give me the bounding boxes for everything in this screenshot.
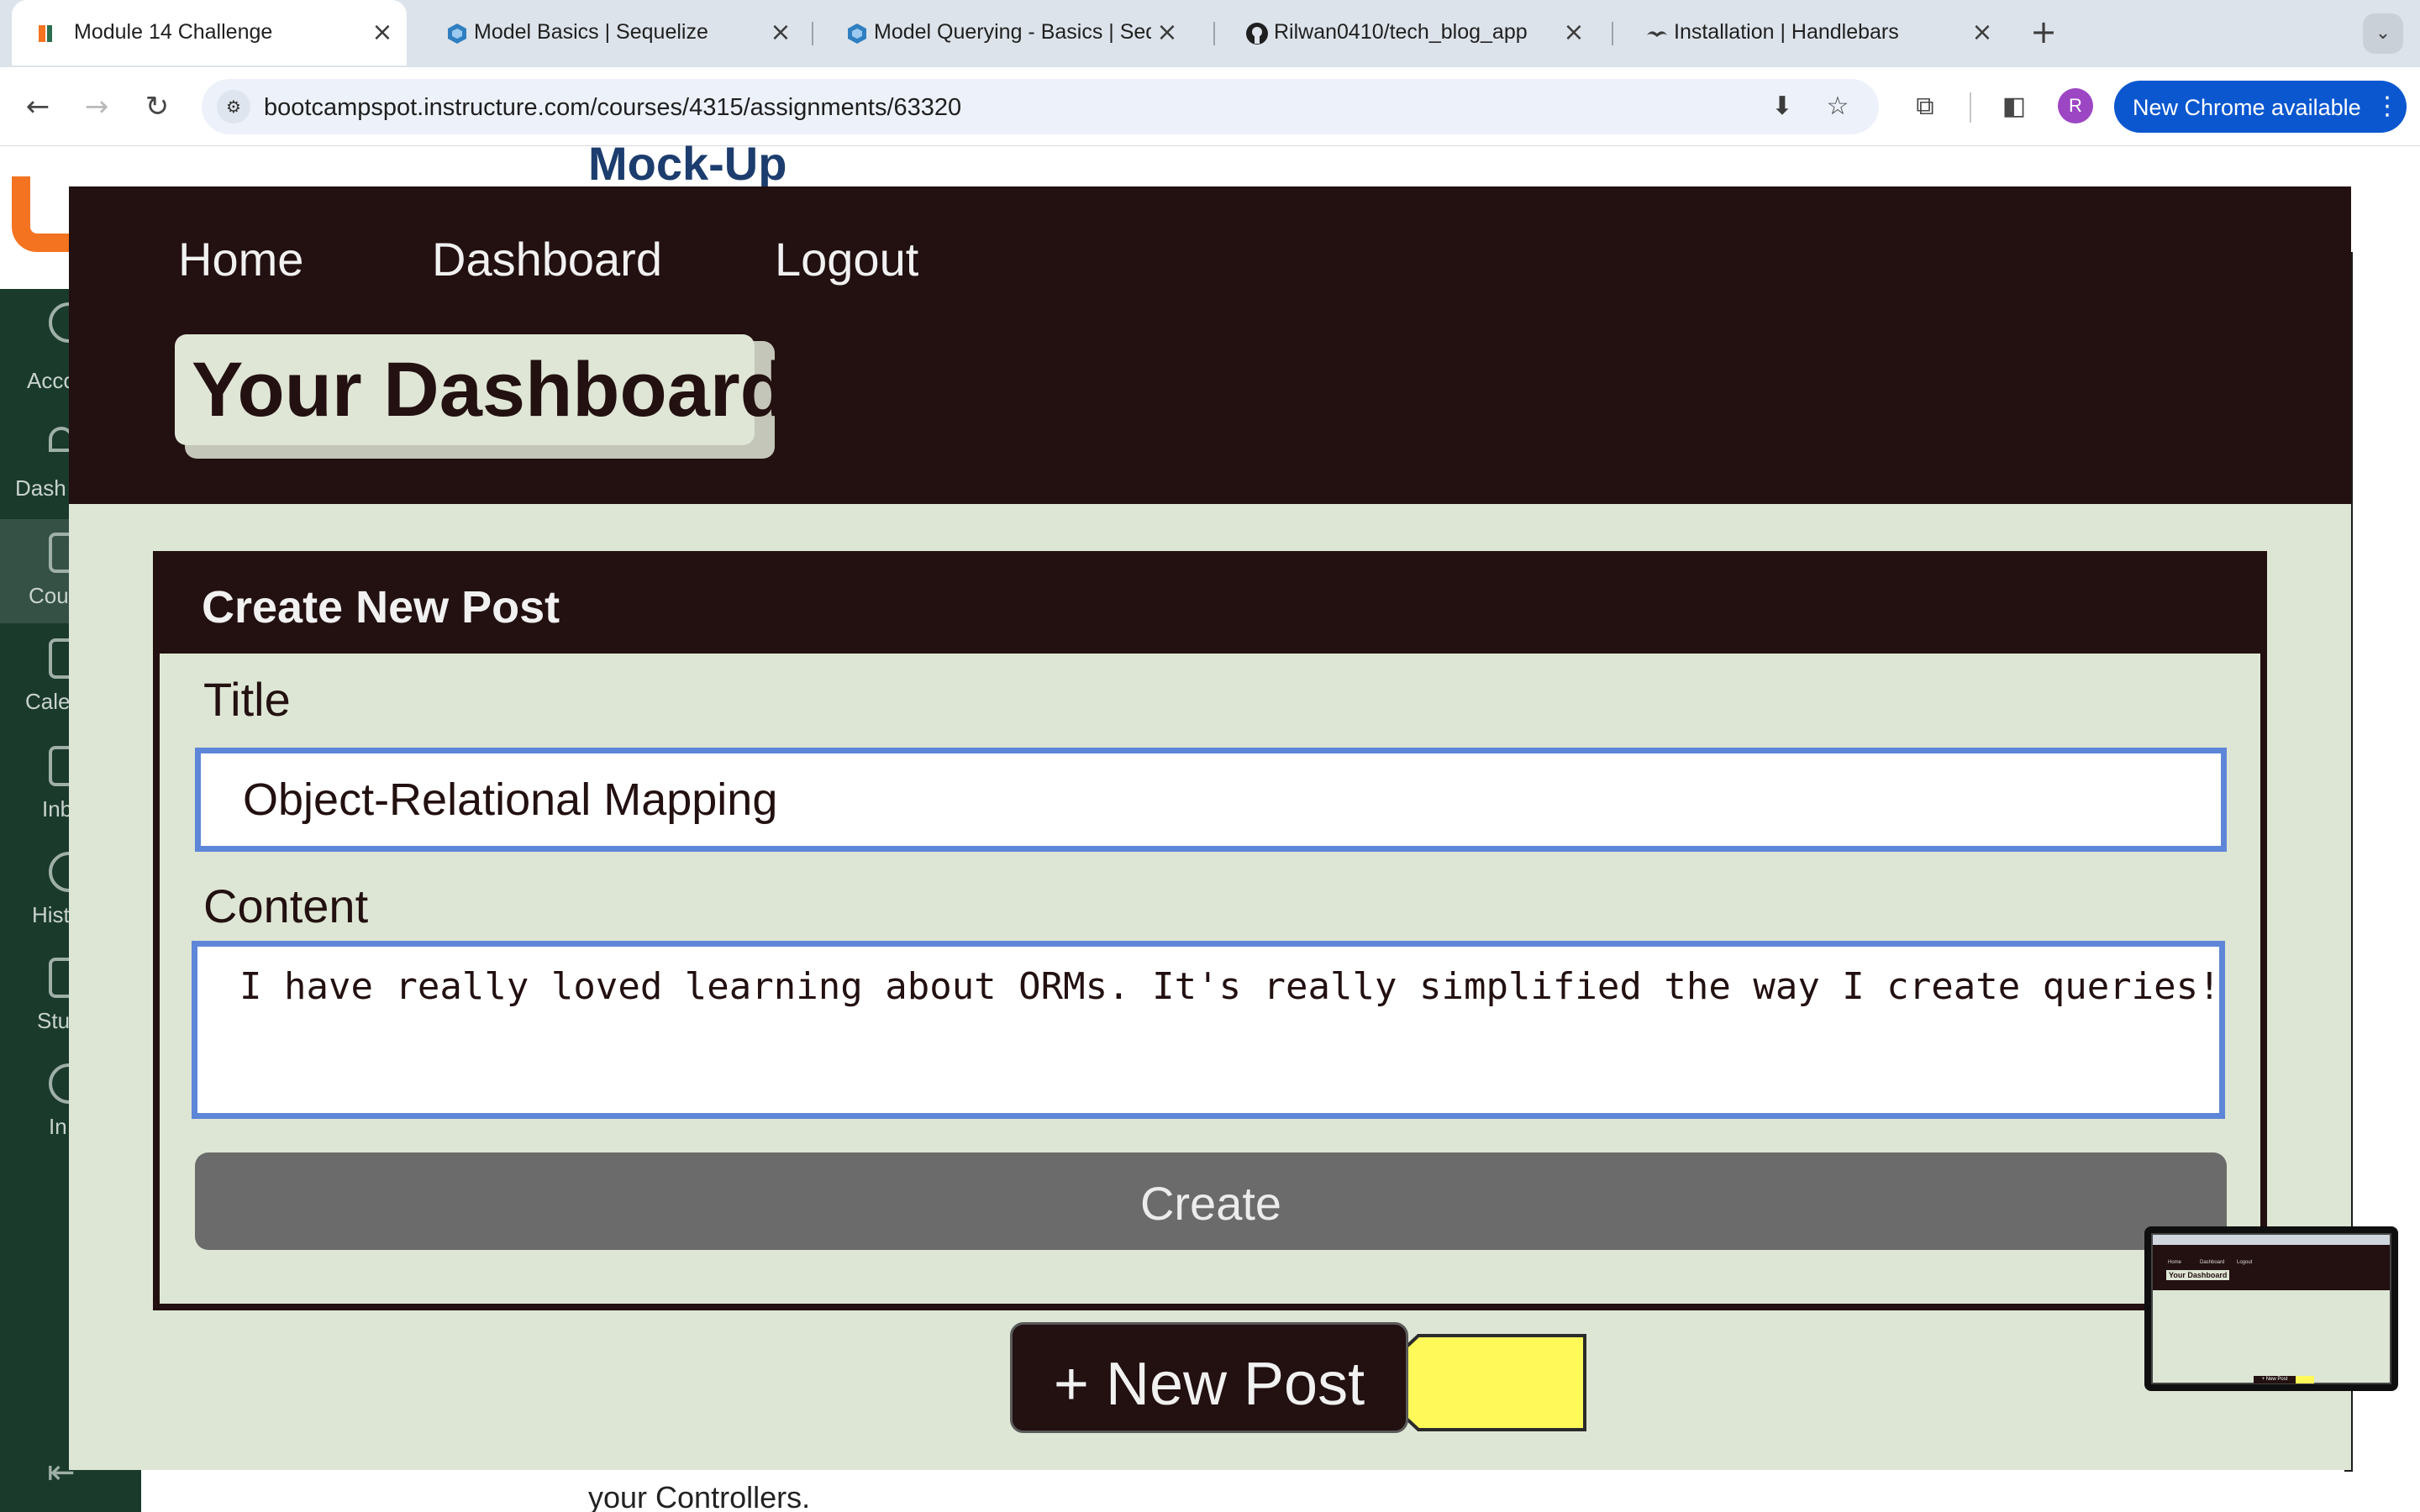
create-post-card: Create New Post Title Object-Relational … xyxy=(153,551,2267,1310)
kebab-menu-icon[interactable]: ⋮ xyxy=(2375,91,2400,123)
new-post-button: + New Post xyxy=(1010,1322,1408,1433)
thumbnail-title: Your Dashboard xyxy=(2166,1270,2230,1280)
thumbnail-nav-home: Home xyxy=(2168,1260,2182,1265)
address-bar[interactable]: ⚙ bootcampspot.instructure.com/courses/4… xyxy=(202,79,1879,134)
tab-title: Module 14 Challenge xyxy=(74,20,273,44)
close-tab-icon[interactable]: × xyxy=(1968,18,1996,47)
close-tab-icon[interactable]: × xyxy=(766,18,795,47)
card-title: Create New Post xyxy=(202,582,560,633)
install-app-icon[interactable]: ⬇ xyxy=(1765,89,1800,124)
thumbnail-browser-bar xyxy=(2153,1235,2390,1245)
content-field: I have really loved learning about ORMs.… xyxy=(192,941,2225,1119)
handlebars-favicon-icon xyxy=(1647,31,1667,37)
university-logo[interactable] xyxy=(12,176,71,252)
new-tab-button[interactable]: + xyxy=(2027,15,2060,49)
update-label: New Chrome available xyxy=(2133,95,2361,120)
thumbnail-header xyxy=(2153,1245,2390,1290)
nav-dashboard-link: Dashboard xyxy=(432,233,662,286)
tab-model-basics[interactable]: Model Basics | Sequelize × xyxy=(420,0,798,66)
side-panel-icon[interactable]: ◧ xyxy=(1995,87,2033,126)
thumbnail-nav-logout: Logout xyxy=(2237,1260,2253,1265)
tab-github-repo[interactable]: Rilwan0410/tech_blog_app × xyxy=(1220,0,1598,66)
tab-search-button[interactable]: ⌄ xyxy=(2363,13,2403,54)
nav-label-dashboard[interactable]: Dash xyxy=(15,475,66,501)
extensions-icon[interactable]: ⧉ xyxy=(1906,87,1944,126)
nav-label-history[interactable]: Hist xyxy=(32,902,70,928)
nav-home-link: Home xyxy=(178,233,304,286)
card-header: Create New Post xyxy=(160,558,2260,654)
thumbnail-new-post: + New Post xyxy=(2254,1376,2296,1383)
github-favicon-icon xyxy=(1246,23,1268,45)
thumbnail-arrow xyxy=(2296,1376,2314,1383)
tab-separator xyxy=(812,22,813,45)
bookmark-star-icon[interactable]: ☆ xyxy=(1820,89,1855,124)
close-tab-icon[interactable]: × xyxy=(368,18,397,47)
nav-logout-link: Logout xyxy=(775,233,919,286)
nav-label-inbox[interactable]: Inb xyxy=(42,796,72,822)
create-button-label: Create xyxy=(1139,1177,1282,1230)
toolbar-separator xyxy=(1970,92,1971,123)
title-label: Title xyxy=(203,673,291,726)
screenshot-thumbnail[interactable]: Home Dashboard Logout Your Dashboard + N… xyxy=(2144,1226,2398,1391)
tab-strip: Module 14 Challenge × Model Basics | Seq… xyxy=(0,0,2420,67)
site-info-icon[interactable]: ⚙ xyxy=(217,90,250,123)
tab-title: Rilwan0410/tech_blog_app xyxy=(1274,20,1528,44)
new-chrome-available-button[interactable]: New Chrome available ⋮ xyxy=(2114,81,2407,133)
content-label: Content xyxy=(203,879,369,932)
tab-title: Installation | Handlebars xyxy=(1674,20,1899,44)
canvas-favicon-icon xyxy=(39,25,52,42)
title-field: Object-Relational Mapping xyxy=(195,748,2227,852)
sequelize-favicon-icon xyxy=(848,24,866,44)
tab-separator xyxy=(1612,22,1613,45)
assignment-body-text: your Controllers. xyxy=(588,1480,811,1512)
tab-model-querying[interactable]: Model Querying - Basics | Seq × xyxy=(820,0,1198,66)
url-text[interactable]: bootcampspot.instructure.com/courses/431… xyxy=(264,94,961,122)
browser-toolbar: ← → ↻ ⚙ bootcampspot.instructure.com/cou… xyxy=(0,67,2420,146)
tab-title: Model Basics | Sequelize xyxy=(474,20,708,44)
page-title: Your Dashboard xyxy=(175,334,787,445)
sequelize-favicon-icon xyxy=(448,24,466,44)
tab-title: Model Querying - Basics | Seq xyxy=(874,20,1151,44)
thumbnail-nav-dashboard: Dashboard xyxy=(2200,1260,2225,1265)
back-button[interactable]: ← xyxy=(17,86,59,128)
reload-button[interactable]: ↻ xyxy=(136,86,178,128)
nav-label-calendar[interactable]: Cale xyxy=(25,689,70,715)
new-post-label: + New Post xyxy=(1053,1351,1365,1418)
close-tab-icon[interactable]: × xyxy=(1153,18,1181,47)
thumbnail-content: Home Dashboard Logout Your Dashboard + N… xyxy=(2151,1233,2391,1384)
tab-separator xyxy=(1213,22,1215,45)
tab-handlebars[interactable]: Installation | Handlebars × xyxy=(1620,0,1998,66)
assignment-section-heading: Mock-Up xyxy=(588,137,787,190)
profile-avatar[interactable]: R xyxy=(2058,88,2093,123)
nav-label-help[interactable]: In xyxy=(49,1114,67,1140)
forward-button[interactable]: → xyxy=(76,86,118,128)
nav-label-courses[interactable]: Cou xyxy=(29,583,69,609)
nav-label-studio[interactable]: Stu xyxy=(37,1008,70,1034)
tab-module-14-challenge[interactable]: Module 14 Challenge × xyxy=(12,0,407,66)
create-button: Create xyxy=(195,1152,2227,1250)
mockup-image: Home Dashboard Logout Your Dashboard Cre… xyxy=(69,186,2351,1470)
close-tab-icon[interactable]: × xyxy=(1560,18,1588,47)
app-header: Home Dashboard Logout Your Dashboard xyxy=(69,186,2351,504)
